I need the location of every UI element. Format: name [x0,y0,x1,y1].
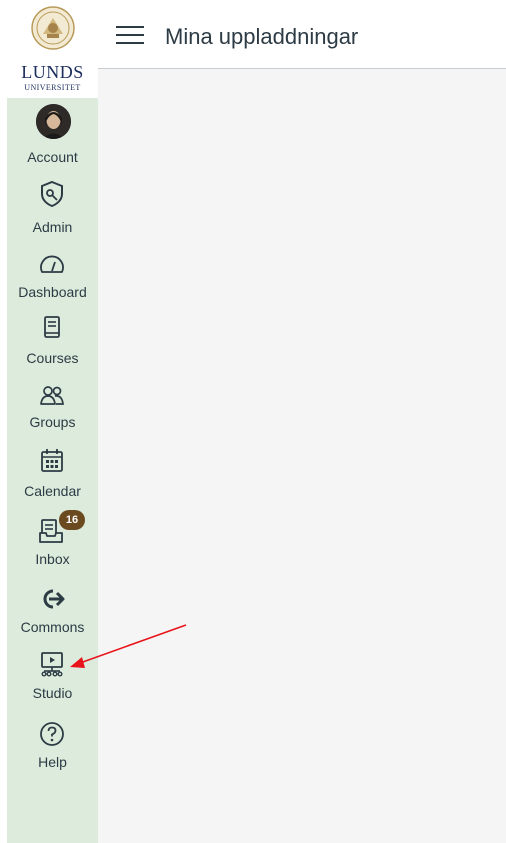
university-logo[interactable]: LUNDS UNIVERSITET [7,0,98,98]
avatar [36,104,71,139]
hamburger-icon-bar [116,42,144,44]
hamburger-icon-bar [116,26,144,28]
page-header: Mina uppladdningar [98,0,506,69]
nav-label-help: Help [38,754,67,770]
nav-label-courses: Courses [26,350,79,366]
global-navigation: LUNDS UNIVERSITET Account Admin Dashboar… [7,0,98,843]
nav-label-inbox: Inbox [35,551,70,567]
nav-item-dashboard[interactable]: Dashboard [7,248,98,308]
inbox-unread-badge: 16 [59,510,85,530]
nav-item-groups[interactable]: Groups [7,380,98,438]
menu-toggle-button[interactable] [116,24,146,46]
main-content [98,69,506,843]
speedometer-icon [40,255,64,273]
nav-item-calendar[interactable]: Calendar [7,445,98,505]
nav-label-admin: Admin [32,219,73,235]
nav-item-admin[interactable]: Admin [7,176,98,238]
nav-item-commons[interactable]: Commons [7,583,98,641]
help-icon [40,722,64,746]
hamburger-icon-bar [116,34,144,36]
people-icon [40,386,64,405]
university-seal-icon [31,6,75,50]
nav-item-studio[interactable]: Studio [7,648,98,708]
book-icon [44,316,60,338]
nav-label-studio: Studio [32,685,73,701]
nav-item-help[interactable]: Help [7,718,98,776]
user-photo [36,104,71,139]
calendar-icon [41,449,63,472]
logo-subtitle: UNIVERSITET [24,83,81,92]
page: LUNDS UNIVERSITET Account Admin Dashboar… [0,0,506,843]
nav-label-dashboard: Dashboard [18,284,87,300]
nav-item-courses[interactable]: Courses [7,312,98,372]
studio-icon [41,652,63,677]
page-title: Mina uppladdningar [165,24,359,49]
nav-label-calendar: Calendar [24,483,81,499]
nav-item-account[interactable]: Account [7,100,98,168]
commons-arrow-icon [43,589,65,609]
nav-label-commons: Commons [20,619,85,635]
shield-icon [41,180,63,208]
logo-wordmark: LUNDS [21,62,84,82]
nav-label-groups: Groups [29,414,76,430]
nav-label-account: Account [27,149,78,165]
